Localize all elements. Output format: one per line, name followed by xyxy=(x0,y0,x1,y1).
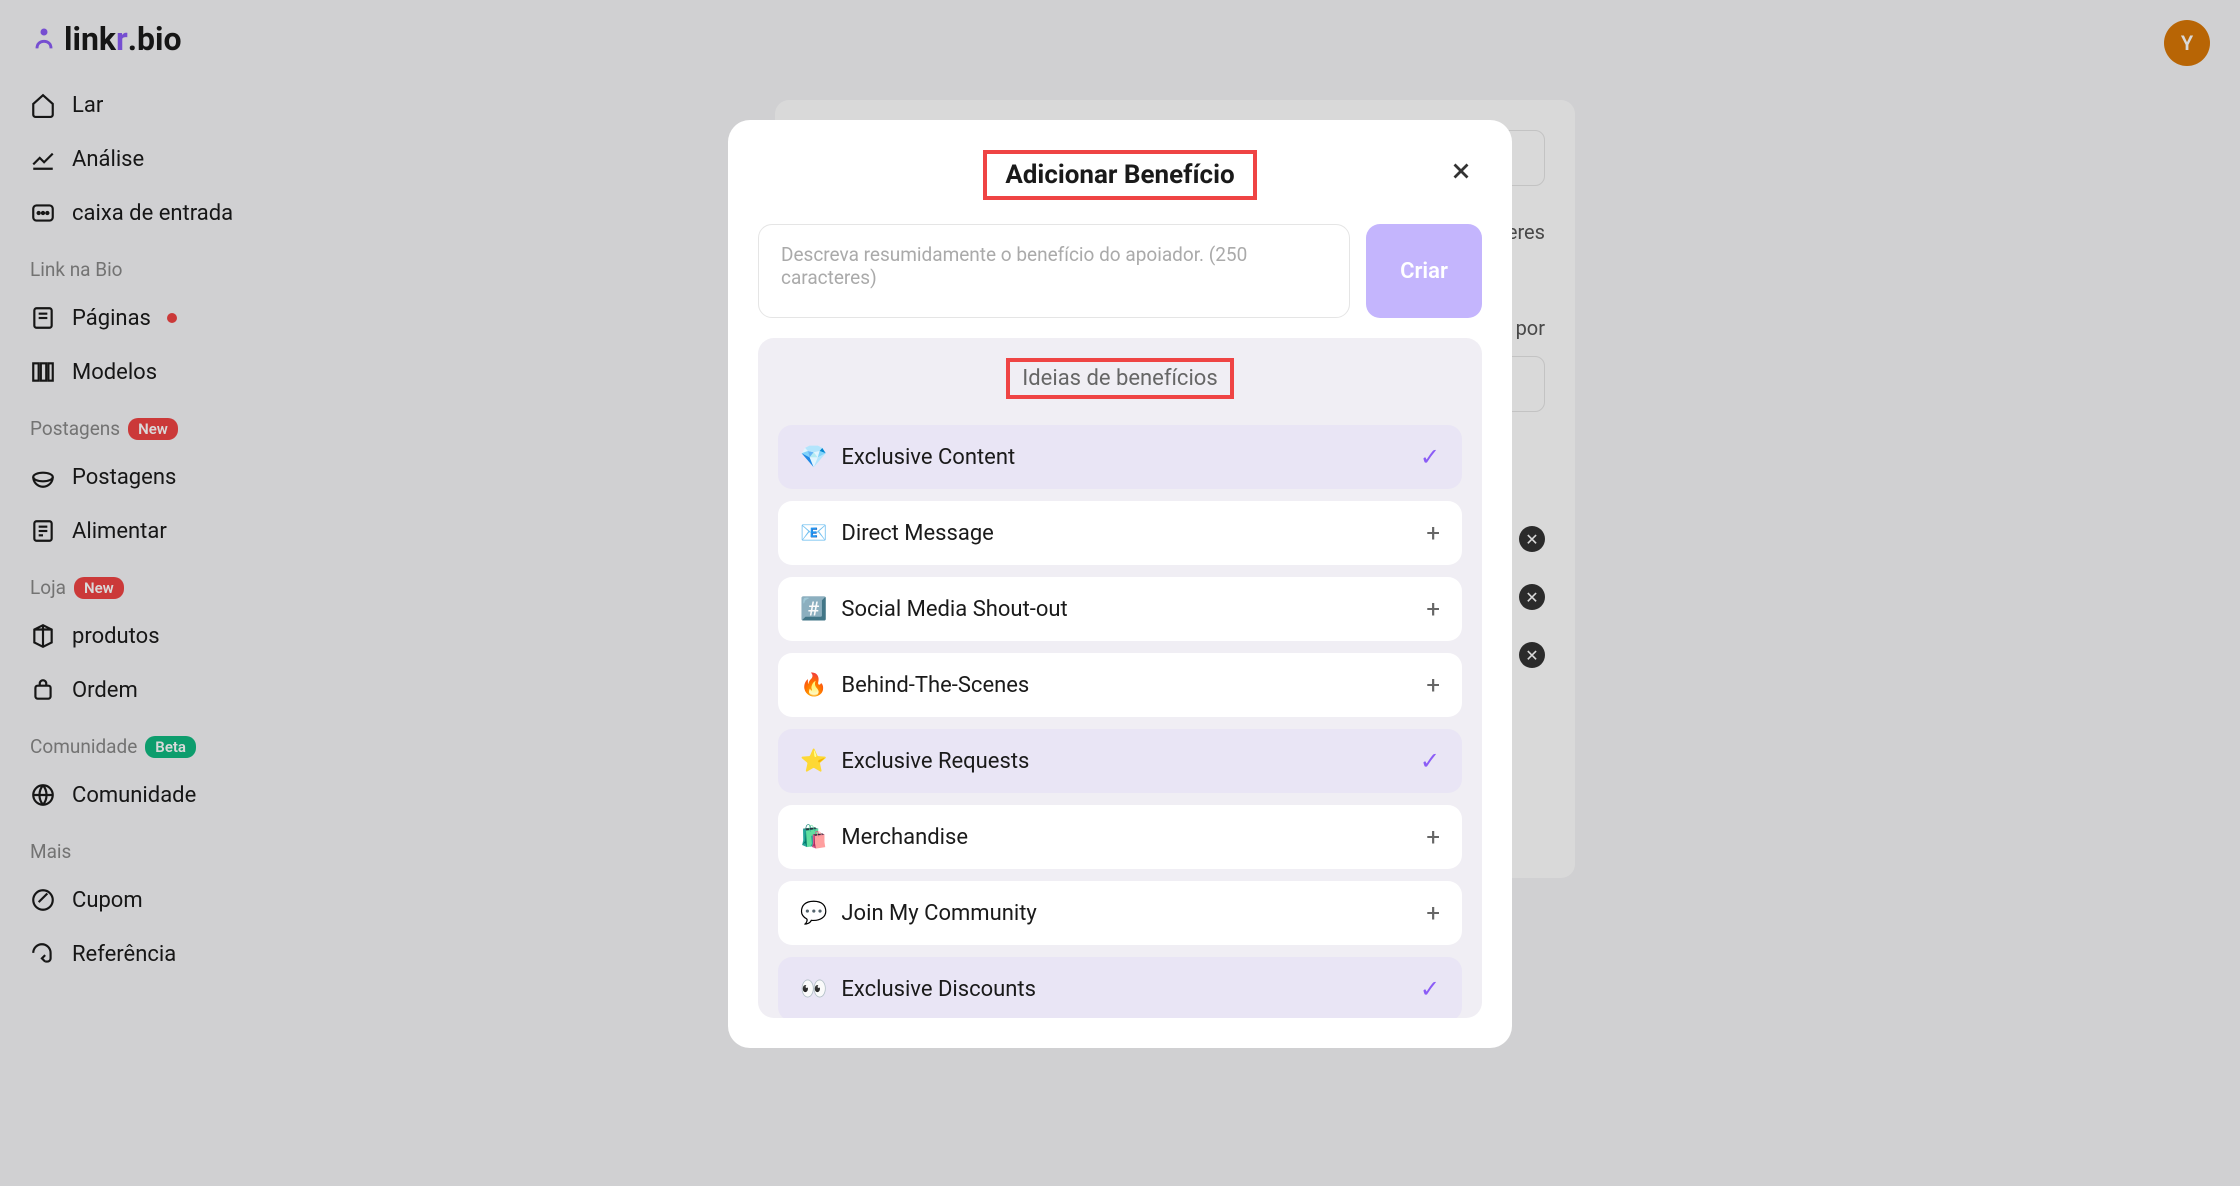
idea-label: Join My Community xyxy=(841,901,1036,926)
plus-icon: + xyxy=(1426,519,1440,547)
idea-item[interactable]: 💎 Exclusive Content ✓ xyxy=(778,425,1462,489)
create-button[interactable]: Criar xyxy=(1366,224,1482,318)
plus-icon: + xyxy=(1426,899,1440,927)
idea-item[interactable]: 🛍️ Merchandise + xyxy=(778,805,1462,869)
idea-item[interactable]: #️⃣ Social Media Shout-out + xyxy=(778,577,1462,641)
add-benefit-modal: Adicionar Benefício Criar Ideias de bene… xyxy=(728,120,1512,1048)
idea-label: Merchandise xyxy=(841,825,968,850)
ideas-panel: Ideias de benefícios 💎 Exclusive Content ✓… xyxy=(758,338,1482,1018)
idea-emoji: #️⃣ xyxy=(800,597,827,622)
idea-label: Social Media Shout-out xyxy=(841,597,1067,622)
idea-emoji: 🔥 xyxy=(800,673,827,698)
benefit-description-input[interactable] xyxy=(758,224,1350,318)
modal-title: Adicionar Benefício xyxy=(983,150,1256,200)
idea-item[interactable]: 💬 Join My Community + xyxy=(778,881,1462,945)
idea-item[interactable]: ⭐ Exclusive Requests ✓ xyxy=(778,729,1462,793)
check-icon: ✓ xyxy=(1420,747,1440,775)
idea-emoji: ⭐ xyxy=(800,749,827,774)
check-icon: ✓ xyxy=(1420,443,1440,471)
idea-label: Exclusive Discounts xyxy=(841,977,1036,1002)
idea-label: Exclusive Requests xyxy=(841,749,1029,774)
idea-item[interactable]: 📧 Direct Message + xyxy=(778,501,1462,565)
close-button[interactable] xyxy=(1440,150,1482,192)
ideas-title: Ideias de benefícios xyxy=(1006,358,1233,399)
idea-emoji: 👀 xyxy=(800,977,827,1002)
plus-icon: + xyxy=(1426,823,1440,851)
idea-emoji: 🛍️ xyxy=(800,825,827,850)
idea-label: Behind-The-Scenes xyxy=(841,673,1029,698)
idea-emoji: 💎 xyxy=(800,445,827,470)
plus-icon: + xyxy=(1426,671,1440,699)
idea-emoji: 📧 xyxy=(800,521,827,546)
idea-item[interactable]: 🔥 Behind-The-Scenes + xyxy=(778,653,1462,717)
idea-emoji: 💬 xyxy=(800,901,827,926)
idea-item[interactable]: 👀 Exclusive Discounts ✓ xyxy=(778,957,1462,1018)
plus-icon: + xyxy=(1426,595,1440,623)
idea-label: Exclusive Content xyxy=(841,445,1015,470)
idea-label: Direct Message xyxy=(841,521,993,546)
check-icon: ✓ xyxy=(1420,975,1440,1003)
